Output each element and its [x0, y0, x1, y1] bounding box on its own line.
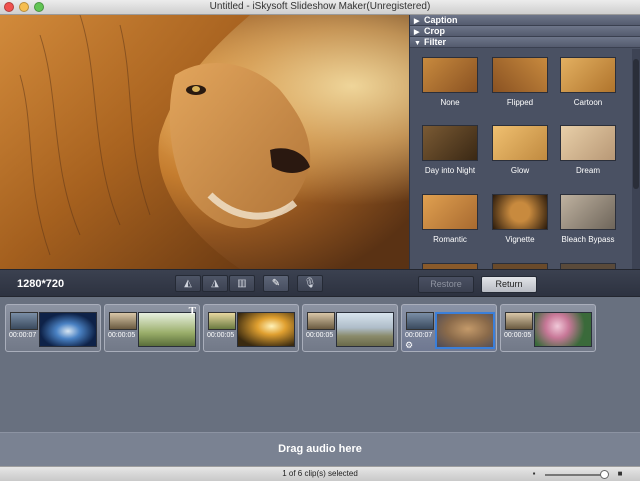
title-bar: Untitled - iSkysoft Slideshow Maker(Unre… — [0, 0, 640, 15]
filter-dream[interactable]: Dream — [554, 125, 622, 175]
clip-thumbnail[interactable] — [336, 312, 394, 347]
timeline-clip[interactable]: 00:00:05 — [302, 304, 398, 352]
editor-toolbar: 1280*720 ◭ ◮ ▥ ✎ 🎙 Restore Return — [0, 269, 640, 297]
transition-thumbnail[interactable] — [406, 312, 434, 330]
return-button[interactable]: Return — [481, 276, 537, 293]
filter-label: Flipped — [506, 98, 534, 107]
audio-drop-label: Drag audio here — [278, 443, 362, 455]
section-caption-label: Caption — [424, 15, 458, 25]
clip-thumbnail[interactable] — [534, 312, 592, 347]
filter-label: Day into Night — [424, 166, 476, 175]
clip-duration: 00:00:05 — [207, 332, 235, 339]
audio-drop-zone[interactable]: Drag audio here — [0, 432, 640, 466]
effects-panel: ▶ Caption ▶ Crop ▼ Filter None Flipped Cart… — [409, 15, 640, 269]
timeline-clip[interactable]: 00:00:05 — [203, 304, 299, 352]
edit-button[interactable]: ✎ — [263, 275, 289, 292]
transition-thumbnail[interactable] — [10, 312, 38, 330]
flip-left-icon: ◭ — [184, 278, 192, 289]
clip-duration: 00:00:05 — [504, 332, 532, 339]
pencil-icon: ✎ — [271, 278, 281, 289]
clip-thumbnail[interactable] — [435, 312, 495, 349]
filter-thumbnail — [492, 125, 548, 161]
transition-thumbnail[interactable] — [307, 312, 335, 330]
scrollbar-thumb[interactable] — [633, 59, 639, 189]
filter-flipped[interactable]: Flipped — [486, 57, 554, 107]
filter-romantic[interactable]: Romantic — [416, 194, 484, 244]
timeline-clip[interactable]: 00:00:07 — [5, 304, 101, 352]
filter-thumbnail — [560, 194, 616, 230]
selection-status: 1 of 6 clip(s) selected — [282, 469, 358, 478]
filter-bleach-bypass[interactable]: Bleach Bypass — [554, 194, 622, 244]
filter-glow[interactable]: Glow — [486, 125, 554, 175]
filter-thumbnail — [422, 57, 478, 93]
filter-vignette[interactable]: Vignette — [486, 194, 554, 244]
zoom-slider[interactable] — [545, 474, 607, 476]
section-crop-label: Crop — [424, 26, 445, 36]
filter-thumbnail — [492, 57, 548, 93]
filter-thumbnail — [560, 57, 616, 93]
filter-label: None — [440, 98, 460, 107]
filter-label: Romantic — [433, 235, 467, 244]
transition-thumbnail[interactable] — [109, 312, 137, 330]
section-crop[interactable]: ▶ Crop — [410, 26, 640, 37]
section-filter-label: Filter — [424, 37, 447, 47]
clip-thumbnail[interactable] — [39, 312, 97, 347]
flip-left-button[interactable]: ◭ — [175, 275, 201, 292]
zoom-out-icon[interactable]: ▪ — [530, 470, 538, 478]
filter-thumbnail — [560, 125, 616, 161]
filter-cartoon[interactable]: Cartoon — [554, 57, 622, 107]
flip-right-button[interactable]: ◮ — [202, 275, 228, 292]
zoom-in-icon[interactable]: ■ — [616, 470, 624, 478]
clip-duration: 00:00:07 — [405, 332, 433, 339]
timeline-clip[interactable]: 00:00:05 — [500, 304, 596, 352]
trash-icon: ▥ — [237, 278, 247, 289]
gear-icon[interactable]: ⚙ — [405, 340, 413, 351]
filter-thumbnail — [422, 194, 478, 230]
section-caption[interactable]: ▶ Caption — [410, 15, 640, 26]
disclosure-down-icon: ▼ — [414, 40, 421, 47]
section-filter[interactable]: ▼ Filter — [410, 37, 640, 48]
filter-day-into-night[interactable]: Day into Night — [416, 125, 484, 175]
delete-button[interactable]: ▥ — [229, 275, 255, 292]
zoom-slider-knob[interactable] — [600, 470, 609, 479]
filter-label: Bleach Bypass — [561, 235, 615, 244]
transition-thumbnail[interactable] — [208, 312, 236, 330]
resolution-label: 1280*720 — [17, 278, 65, 290]
transition-thumbnail[interactable] — [505, 312, 533, 330]
clip-duration: 00:00:07 — [9, 332, 37, 339]
text-icon: T — [188, 305, 196, 317]
filter-label: Cartoon — [573, 98, 603, 107]
filter-thumbnail — [492, 194, 548, 230]
app-window: Untitled - iSkysoft Slideshow Maker(Unre… — [0, 0, 640, 481]
preview-image — [0, 15, 409, 269]
filter-scrollbar[interactable] — [632, 49, 640, 269]
clip-duration: 00:00:05 — [306, 332, 334, 339]
filter-label: Dream — [575, 166, 600, 175]
filter-none[interactable]: None — [416, 57, 484, 107]
timeline-clip-selected[interactable]: 00:00:07 ⚙ — [401, 304, 497, 352]
window-title: Untitled - iSkysoft Slideshow Maker(Unre… — [209, 1, 431, 12]
restore-button[interactable]: Restore — [418, 276, 474, 293]
filter-label: Glow — [510, 166, 530, 175]
clip-thumbnail[interactable] — [237, 312, 295, 347]
filter-grid: None Flipped Cartoon Day into Night Glow… — [410, 49, 632, 269]
clip-duration: 00:00:05 — [108, 332, 136, 339]
record-button[interactable]: 🎙 — [297, 275, 323, 292]
filter-label: Vignette — [505, 235, 535, 244]
clip-thumbnail[interactable] — [138, 312, 196, 347]
clip-timeline: 00:00:07 00:00:05 T 00:00:05 00:00:05 00… — [0, 297, 640, 432]
filter-thumbnail — [422, 125, 478, 161]
status-bar: 1 of 6 clip(s) selected ▪ ■ — [0, 466, 640, 481]
flip-right-icon: ◮ — [211, 278, 219, 289]
microphone-icon: 🎙 — [303, 278, 317, 289]
timeline-clip[interactable]: 00:00:05 T — [104, 304, 200, 352]
